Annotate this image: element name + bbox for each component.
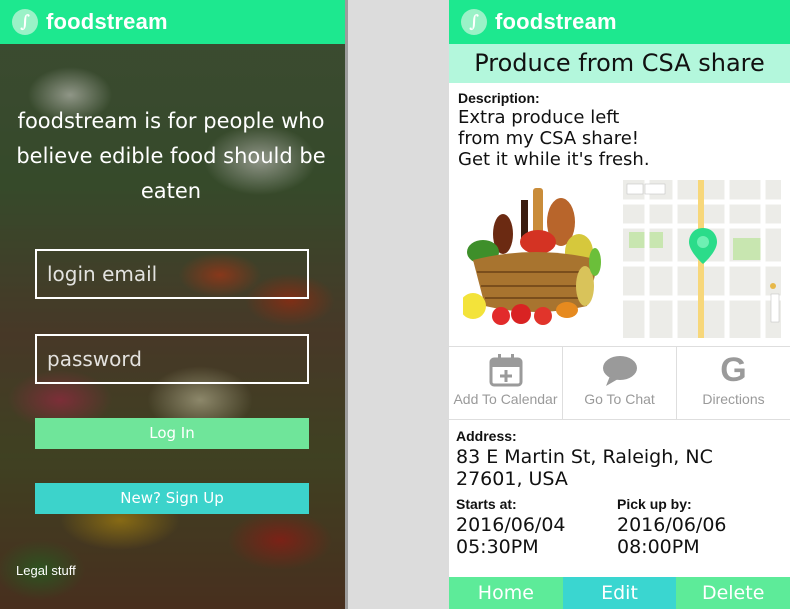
address-line: 27601, USA [456, 468, 568, 490]
foodstream-logo-icon: ∫ [12, 9, 38, 35]
event-actions: Add To Calendar Go To Chat G Directions [449, 346, 790, 420]
description-line: from my CSA share! [458, 128, 639, 149]
pickup-time: 08:00PM [617, 536, 700, 558]
action-label: Directions [702, 391, 765, 407]
event-title: Produce from CSA share [449, 44, 790, 83]
address-line: 83 E Martin St, Raleigh, NC [456, 446, 713, 468]
starts-label: Starts at: [456, 496, 517, 512]
tagline: foodstream is for people who believe edi… [16, 109, 326, 203]
nav-delete-button[interactable]: Delete [676, 577, 790, 609]
background-photo-overlay [0, 0, 345, 609]
screen-divider [345, 0, 348, 609]
google-g-icon: G [720, 351, 747, 389]
directions-button[interactable]: G Directions [677, 347, 790, 419]
chat-bubble-icon [602, 356, 637, 386]
add-to-calendar-button[interactable]: Add To Calendar [449, 347, 563, 419]
address-label: Address: [456, 428, 517, 444]
pickup-date: 2016/06/06 [617, 514, 727, 536]
pickup-label: Pick up by: [617, 496, 692, 512]
description-text: Extra produce left from my CSA share! Ge… [458, 107, 650, 170]
location-map[interactable] [623, 180, 781, 338]
description-label: Description: [458, 90, 540, 106]
event-detail-screen: ∫ foodstream Produce from CSA share Desc… [449, 0, 790, 609]
brand-name: foodstream [495, 9, 617, 34]
login-button[interactable]: Log In [35, 418, 309, 449]
signup-button[interactable]: New? Sign Up [35, 483, 309, 514]
login-app-header: ∫ foodstream [0, 0, 345, 44]
produce-basket-image [463, 188, 601, 325]
starts-time: 05:30PM [456, 536, 539, 558]
starts-date: 2016/06/04 [456, 514, 566, 536]
calendar-add-icon [489, 354, 522, 387]
nav-edit-button[interactable]: Edit [562, 577, 677, 609]
login-email-input[interactable] [35, 249, 309, 299]
foodstream-logo-icon: ∫ [461, 9, 487, 35]
map-streets [623, 180, 781, 338]
login-screen: ∫ foodstream foodstream is for people wh… [0, 0, 345, 609]
description-line: Extra produce left [458, 107, 620, 128]
legal-link[interactable]: Legal stuff [16, 563, 76, 578]
password-input[interactable] [35, 334, 309, 384]
brand-name: foodstream [46, 9, 168, 34]
description-line: Get it while it's fresh. [458, 149, 650, 170]
starts-value: 2016/06/04 05:30PM [456, 514, 566, 558]
pickup-value: 2016/06/06 08:00PM [617, 514, 727, 558]
go-to-chat-button[interactable]: Go To Chat [563, 347, 677, 419]
bottom-nav: Home Edit Delete [449, 577, 790, 609]
action-label: Go To Chat [584, 391, 655, 407]
nav-home-button[interactable]: Home [449, 577, 563, 609]
detail-app-header: ∫ foodstream [449, 0, 790, 44]
address-text: 83 E Martin St, Raleigh, NC 27601, USA [456, 446, 713, 490]
action-label: Add To Calendar [453, 391, 558, 407]
